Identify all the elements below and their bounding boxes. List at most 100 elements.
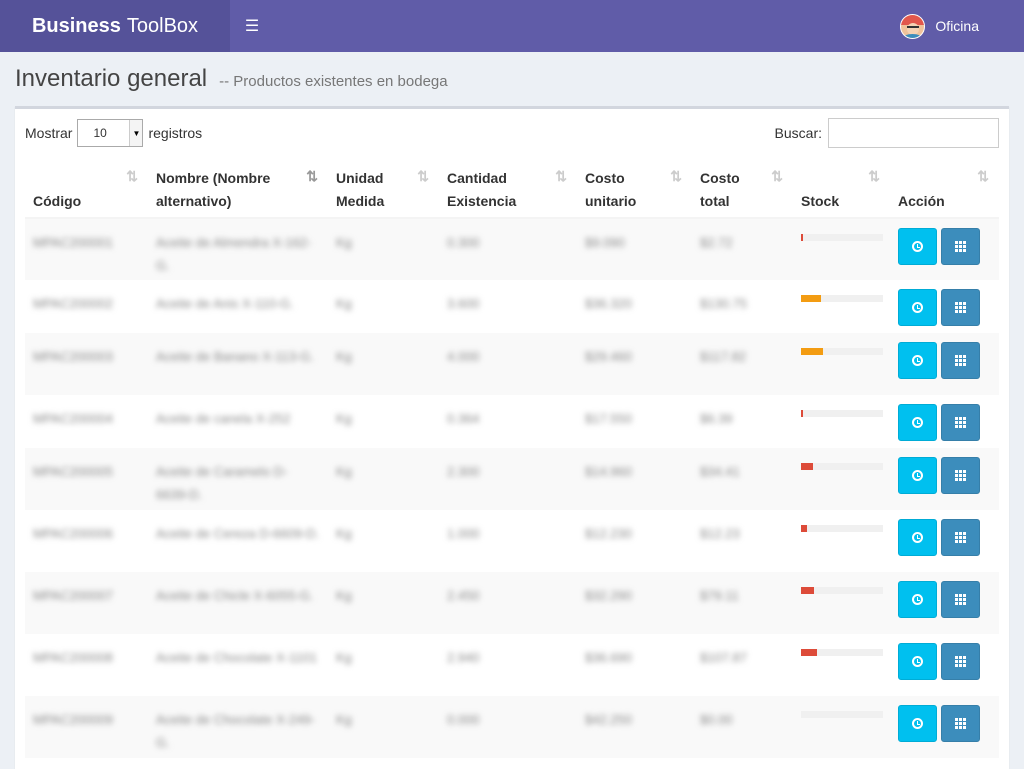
cell-quantity: 0.300 xyxy=(447,235,480,250)
cell-code: MPAC200004 xyxy=(33,411,113,426)
cell-total-cost: $130.75 xyxy=(700,296,747,311)
detail-button[interactable] xyxy=(941,457,980,494)
page-size-select[interactable]: 10 ▼ xyxy=(77,119,144,147)
history-button[interactable] xyxy=(898,519,937,556)
cell-unit-cost: $9.090 xyxy=(585,235,625,250)
cell-name: Aceite de Chicle X-6055-G. xyxy=(156,588,314,603)
table-row: MPAC200006 Aceite de Cereza D-6609-D. Kg 1.… xyxy=(25,510,999,572)
cell-actions xyxy=(890,510,999,572)
sort-icon: ⇅ xyxy=(670,168,682,184)
avatar xyxy=(900,13,926,39)
column-header-code[interactable]: Código ⇅ xyxy=(25,157,148,219)
cell-total-cost: $2.72 xyxy=(700,235,733,250)
sort-desc-icon: ⇅ xyxy=(306,168,318,184)
cell-stock xyxy=(793,333,890,395)
hamburger-icon[interactable]: ☰ xyxy=(230,0,274,52)
column-header-action[interactable]: Acción ⇅ xyxy=(890,157,999,219)
cell-unit-cost: $17.550 xyxy=(585,411,632,426)
clock-icon xyxy=(912,470,923,481)
table-row: MPAC200009 Aceite de Chocolate X-249-G. Kg… xyxy=(25,696,999,758)
column-header-total-cost[interactable]: Costo total ⇅ xyxy=(692,157,793,219)
cell-unit: Kg xyxy=(336,235,352,250)
history-button[interactable] xyxy=(898,643,937,680)
table-row: MPAC200003 Aceite de Banano X-113-G. Kg 4.0… xyxy=(25,333,999,395)
history-button[interactable] xyxy=(898,581,937,618)
top-navbar: Business ToolBox ☰ Oficina xyxy=(0,0,1024,52)
user-menu[interactable]: Oficina xyxy=(900,0,979,52)
cell-code: MPAC200009 xyxy=(33,712,113,727)
detail-button[interactable] xyxy=(941,404,980,441)
table-row: MPAC200001 Aceite de Almendra X-162-G. Kg 0… xyxy=(25,218,999,280)
brand-logo[interactable]: Business ToolBox xyxy=(0,0,230,52)
page-title: Inventario general xyxy=(15,65,208,92)
cell-unit-cost: $29.460 xyxy=(585,349,632,364)
cell-quantity: 2.300 xyxy=(447,464,480,479)
cell-unit-cost: $12.230 xyxy=(585,526,632,541)
page-length-control: Mostrar 10 ▼ registros xyxy=(25,119,202,147)
history-button[interactable] xyxy=(898,289,937,326)
brand-rest: ToolBox xyxy=(126,14,199,37)
grid-icon xyxy=(955,302,966,313)
clock-icon xyxy=(912,594,923,605)
history-button[interactable] xyxy=(898,705,937,742)
cell-unit: Kg xyxy=(336,349,352,364)
cell-total-cost: $0.00 xyxy=(700,712,733,727)
search-control: Buscar: xyxy=(775,118,999,148)
cell-quantity: 2.450 xyxy=(447,588,480,603)
grid-icon xyxy=(955,718,966,729)
history-button[interactable] xyxy=(898,342,937,379)
detail-button[interactable] xyxy=(941,519,980,556)
clock-icon xyxy=(912,718,923,729)
cell-name: Aceite de Chocolate X-1101 xyxy=(156,650,317,665)
table-body: MPAC200001 Aceite de Almendra X-162-G. Kg 0… xyxy=(25,218,999,758)
page-header: Inventario general -- Productos existent… xyxy=(0,52,1024,104)
cell-name: Aceite de Almendra X-162-G. xyxy=(156,235,312,273)
column-header-unit[interactable]: Unidad Medida ⇅ xyxy=(328,157,439,219)
cell-code: MPAC200001 xyxy=(33,235,113,250)
table-row: MPAC200007 Aceite de Chicle X-6055-G. Kg 2.… xyxy=(25,572,999,634)
stock-progress xyxy=(801,348,883,355)
detail-button[interactable] xyxy=(941,581,980,618)
table-row: MPAC200005 Aceite de Caramelo D-6639-D. Kg… xyxy=(25,448,999,510)
stock-progress-bar xyxy=(801,463,814,470)
records-label: registros xyxy=(148,125,203,141)
cell-total-cost: $107.87 xyxy=(700,650,747,665)
cell-unit: Kg xyxy=(336,526,352,541)
history-button[interactable] xyxy=(898,228,937,265)
column-header-quantity[interactable]: Cantidad Existencia ⇅ xyxy=(439,157,577,219)
cell-quantity: 2.940 xyxy=(447,650,480,665)
table-header-row: Código ⇅ Nombre (Nombre alternativo) ⇅ Uni… xyxy=(25,157,999,219)
grid-icon xyxy=(955,417,966,428)
cell-actions xyxy=(890,395,999,448)
column-header-name[interactable]: Nombre (Nombre alternativo) ⇅ xyxy=(148,157,328,219)
cell-unit-cost: $32.290 xyxy=(585,588,632,603)
cell-code: MPAC200006 xyxy=(33,526,113,541)
table-row: MPAC200004 Aceite de canela X-252 Kg 0.364 $… xyxy=(25,395,999,448)
cell-quantity: 4.000 xyxy=(447,349,480,364)
grid-icon xyxy=(955,594,966,605)
page-subtitle: -- Productos existentes en bodega xyxy=(219,73,448,90)
detail-button[interactable] xyxy=(941,705,980,742)
table-row: MPAC200008 Aceite de Chocolate X-1101 Kg 2.… xyxy=(25,634,999,696)
detail-button[interactable] xyxy=(941,289,980,326)
detail-button[interactable] xyxy=(941,228,980,265)
cell-unit-cost: $42.250 xyxy=(585,712,632,727)
brand-bold: Business xyxy=(31,14,121,37)
cell-quantity: 3.600 xyxy=(447,296,480,311)
sort-icon: ⇅ xyxy=(417,168,429,184)
detail-button[interactable] xyxy=(941,342,980,379)
column-header-unit-cost[interactable]: Costo unitario ⇅ xyxy=(577,157,692,219)
cell-unit: Kg xyxy=(336,712,352,727)
detail-button[interactable] xyxy=(941,643,980,680)
cell-stock xyxy=(793,280,890,333)
history-button[interactable] xyxy=(898,457,937,494)
cell-total-cost: $6.39 xyxy=(700,411,733,426)
sort-icon: ⇅ xyxy=(771,168,783,184)
stock-progress-bar xyxy=(801,348,824,355)
cell-stock xyxy=(793,634,890,696)
stock-progress-bar xyxy=(801,410,803,417)
grid-icon xyxy=(955,241,966,252)
search-input[interactable] xyxy=(828,118,999,148)
column-header-stock[interactable]: Stock ⇅ xyxy=(793,157,890,219)
history-button[interactable] xyxy=(898,404,937,441)
